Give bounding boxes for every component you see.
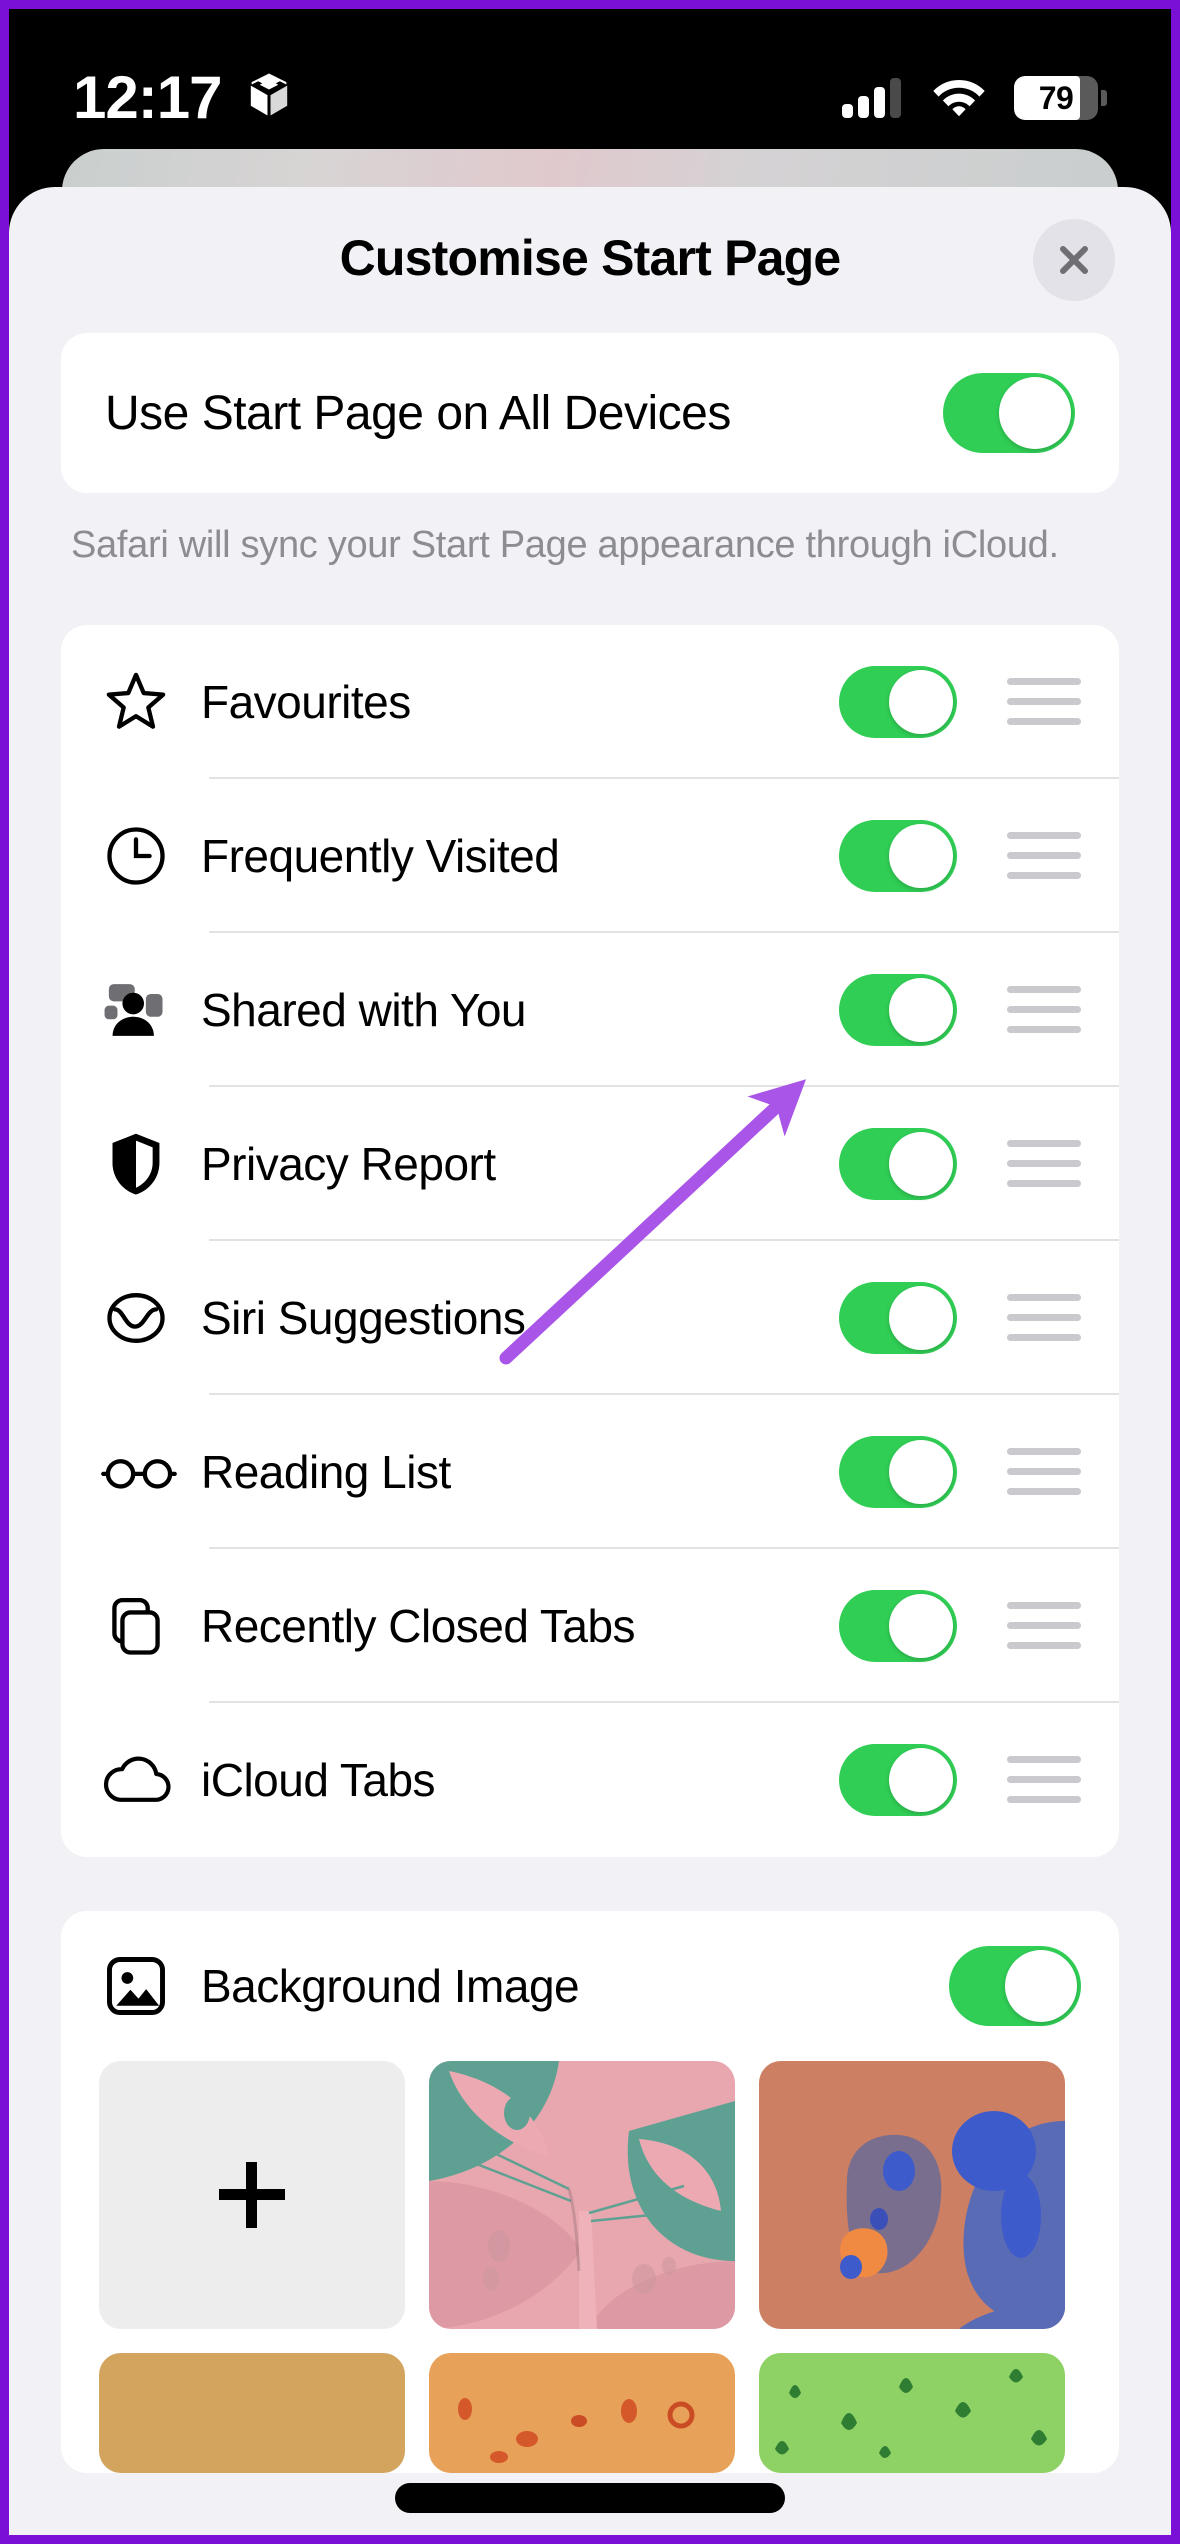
butterfly-wallpaper[interactable] bbox=[429, 2060, 735, 2329]
background-image-card: Background Image bbox=[61, 1910, 1119, 2473]
phone-frame: 12:17 79 Customise Start Page Use Start … bbox=[0, 0, 1180, 2544]
drag-handle-icon[interactable] bbox=[1007, 1294, 1081, 1342]
photo-icon bbox=[99, 1949, 191, 2023]
shared-people-icon bbox=[99, 973, 191, 1047]
sync-label: Use Start Page on All Devices bbox=[105, 386, 731, 440]
row-label: Siri Suggestions bbox=[201, 1291, 526, 1344]
reading-list-toggle[interactable] bbox=[839, 1435, 957, 1508]
toggle-knob bbox=[889, 977, 953, 1042]
drag-handle-icon[interactable] bbox=[1007, 1140, 1081, 1188]
drag-handle-icon[interactable] bbox=[1007, 986, 1081, 1034]
row-label: Favourites bbox=[201, 675, 411, 728]
drag-handle-icon[interactable] bbox=[1007, 1756, 1081, 1804]
orange-wallpaper[interactable] bbox=[429, 2352, 735, 2473]
siri-suggestions-toggle[interactable] bbox=[839, 1281, 957, 1354]
favourites-toggle[interactable] bbox=[839, 665, 957, 738]
toggle-knob bbox=[1005, 1949, 1077, 2022]
add-background-tile[interactable] bbox=[99, 2060, 405, 2329]
row-reading-list[interactable]: Reading List bbox=[61, 1395, 1119, 1549]
background-image-toggle[interactable] bbox=[949, 1945, 1081, 2026]
toggle-knob bbox=[999, 377, 1071, 449]
row-label: Reading List bbox=[201, 1445, 451, 1498]
close-button[interactable] bbox=[1033, 219, 1115, 301]
battery-cap bbox=[1101, 90, 1107, 106]
background-image-label: Background Image bbox=[201, 1959, 580, 2012]
row-label: Shared with You bbox=[201, 983, 527, 1036]
row-use-start-page-all-devices[interactable]: Use Start Page on All Devices bbox=[61, 333, 1119, 493]
wallpaper-thumbnail-grid-row2 bbox=[61, 2352, 1119, 2473]
sections-card: Favourites Frequently Visited Shared wit… bbox=[61, 624, 1119, 1857]
row-label: Recently Closed Tabs bbox=[201, 1599, 636, 1652]
shield-icon bbox=[99, 1127, 191, 1201]
toggle-knob bbox=[889, 1285, 953, 1350]
sync-footnote: Safari will sync your Start Page appeara… bbox=[71, 524, 1059, 566]
row-background-image[interactable]: Background Image bbox=[61, 1911, 1119, 2061]
status-bar-left: 12:17 bbox=[73, 68, 295, 128]
row-icloud-tabs[interactable]: iCloud Tabs bbox=[61, 1703, 1119, 1857]
status-bar-right: 79 bbox=[842, 74, 1107, 123]
row-siri-suggestions[interactable]: Siri Suggestions bbox=[61, 1241, 1119, 1395]
row-shared-with-you[interactable]: Shared with You bbox=[61, 933, 1119, 1087]
drag-handle-icon[interactable] bbox=[1007, 1448, 1081, 1496]
drag-handle-icon[interactable] bbox=[1007, 678, 1081, 726]
row-favourites[interactable]: Favourites bbox=[61, 625, 1119, 779]
drag-handle-icon[interactable] bbox=[1007, 832, 1081, 880]
wallpaper-thumbnail-grid-row1 bbox=[61, 2060, 1119, 2329]
green-wallpaper[interactable] bbox=[759, 2352, 1065, 2473]
close-icon bbox=[1052, 238, 1096, 282]
drag-handle-icon[interactable] bbox=[1007, 1602, 1081, 1650]
toggle-knob bbox=[889, 1131, 953, 1196]
star-icon bbox=[99, 665, 191, 739]
sync-card: Use Start Page on All Devices bbox=[61, 333, 1119, 493]
row-label: Frequently Visited bbox=[201, 829, 560, 882]
toggle-knob bbox=[889, 669, 953, 734]
plus-icon bbox=[219, 2161, 285, 2228]
wifi-icon bbox=[930, 74, 988, 123]
cellular-signal-icon bbox=[842, 74, 904, 123]
tabs-icon bbox=[99, 1589, 191, 1663]
glasses-icon bbox=[99, 1435, 191, 1509]
home-indicator bbox=[395, 2483, 785, 2513]
row-frequently-visited[interactable]: Frequently Visited bbox=[61, 779, 1119, 933]
row-recently-closed-tabs[interactable]: Recently Closed Tabs bbox=[61, 1549, 1119, 1703]
frequently-visited-toggle[interactable] bbox=[839, 819, 957, 892]
toggle-knob bbox=[889, 1593, 953, 1658]
toggle-knob bbox=[889, 1439, 953, 1504]
status-bar-clock: 12:17 bbox=[73, 64, 222, 131]
recently-closed-tabs-toggle[interactable] bbox=[839, 1589, 957, 1662]
row-privacy-report[interactable]: Privacy Report bbox=[61, 1087, 1119, 1241]
cube-icon bbox=[243, 70, 295, 127]
siri-icon bbox=[99, 1281, 191, 1355]
toggle-knob bbox=[889, 1747, 953, 1812]
battery-body: 79 bbox=[1014, 76, 1098, 120]
icloud-tabs-toggle[interactable] bbox=[839, 1743, 957, 1816]
privacy-report-toggle[interactable] bbox=[839, 1127, 957, 1200]
status-bar: 12:17 79 bbox=[9, 9, 1171, 159]
toggle-knob bbox=[889, 823, 953, 888]
cloud-icon bbox=[99, 1743, 191, 1817]
battery-icon: 79 bbox=[1014, 76, 1107, 120]
row-label: iCloud Tabs bbox=[201, 1753, 436, 1806]
row-label: Privacy Report bbox=[201, 1137, 496, 1190]
page-title: Customise Start Page bbox=[339, 230, 842, 286]
battery-percent-label: 79 bbox=[1038, 79, 1074, 116]
clock-icon bbox=[99, 819, 191, 893]
customise-start-page-sheet: Customise Start Page Use Start Page on A… bbox=[9, 187, 1171, 2535]
use-start-page-all-devices-toggle[interactable] bbox=[943, 373, 1075, 453]
sheet-header: Customise Start Page bbox=[9, 187, 1171, 329]
shared-with-you-toggle[interactable] bbox=[839, 973, 957, 1046]
tan-wallpaper[interactable] bbox=[99, 2352, 405, 2473]
bear-wallpaper[interactable] bbox=[759, 2060, 1065, 2329]
